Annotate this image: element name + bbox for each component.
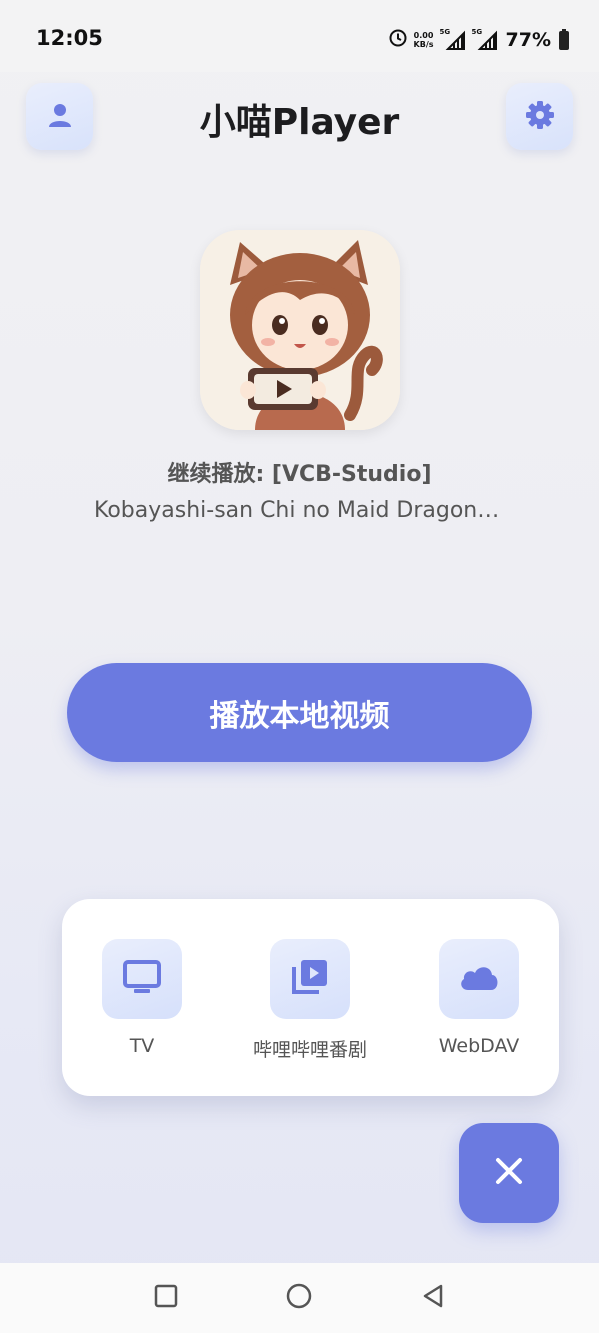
status-bar: 12:05 0.00 KB/s 5G 5G 77% [0, 0, 599, 72]
video-library-icon [291, 958, 329, 1000]
source-label: TV [129, 1035, 155, 1057]
tv-icon-tile[interactable] [102, 939, 182, 1019]
resume-label[interactable]: 继续播放: [VCB-Studio] [0, 456, 599, 488]
play-local-video-button[interactable]: 播放本地视频 [67, 663, 532, 762]
source-label: WebDAV [438, 1035, 520, 1057]
cloud-icon-tile[interactable] [439, 939, 519, 1019]
gear-icon [524, 99, 556, 135]
resume-title[interactable]: Kobayashi-san Chi no Maid Dragon [ ... [94, 498, 504, 523]
net-speed-value: 0.00 [413, 31, 434, 40]
recents-button[interactable] [151, 1283, 181, 1313]
video-library-icon-tile[interactable] [270, 939, 350, 1019]
back-button[interactable] [418, 1283, 448, 1313]
battery-icon [559, 28, 569, 50]
signal-type-label: 5G [439, 28, 451, 36]
source-item-tv[interactable]: TV [62, 939, 222, 1057]
status-icons: 0.00 KB/s 5G 5G 77% [388, 28, 569, 52]
signal-type-label: 5G [471, 28, 483, 36]
source-label: 哔哩哔哩番剧 [252, 1039, 367, 1061]
tv-icon [122, 959, 162, 999]
source-item-bilibili[interactable]: 哔哩哔哩番剧 [230, 939, 390, 1062]
net-speed: 0.00 KB/s [414, 31, 434, 49]
status-time: 12:05 [36, 26, 103, 50]
net-speed-unit: KB/s [413, 40, 434, 49]
system-nav-bar [0, 1263, 599, 1333]
signal-icon: 5G [471, 28, 498, 50]
close-menu-button[interactable] [459, 1123, 559, 1223]
home-button[interactable] [284, 1283, 314, 1313]
back-icon [420, 1283, 446, 1313]
app-mascot-image [200, 230, 400, 430]
source-menu-card: TV 哔哩哔哩番剧 WebDAV [62, 899, 559, 1096]
settings-button[interactable] [506, 83, 573, 150]
recents-icon [153, 1283, 179, 1313]
close-icon [494, 1156, 524, 1190]
cloud-icon [458, 962, 500, 996]
battery-percent: 77% [505, 29, 551, 51]
signal-icon: 5G [439, 28, 466, 50]
alarm-icon [388, 28, 408, 52]
source-item-webdav[interactable]: WebDAV [399, 939, 559, 1057]
home-icon [285, 1282, 313, 1314]
